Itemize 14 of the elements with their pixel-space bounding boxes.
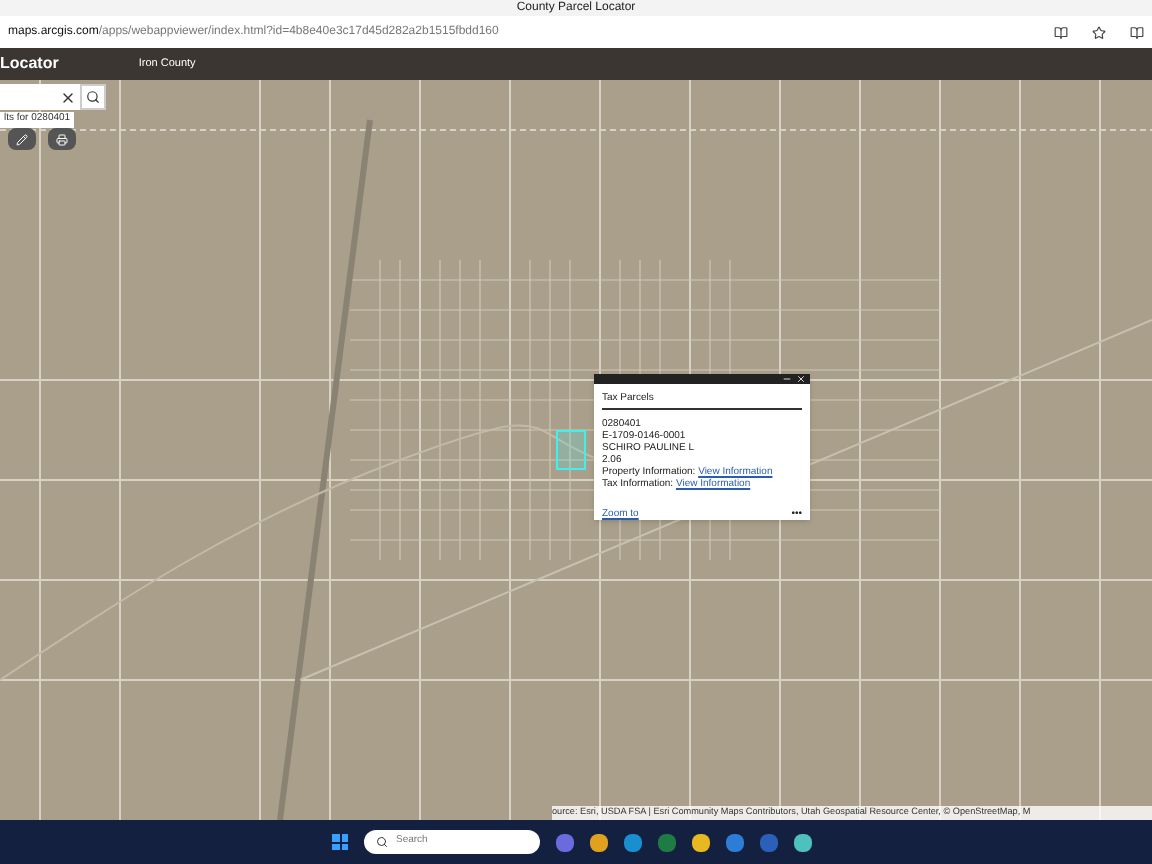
print-button[interactable] — [48, 128, 76, 150]
app-title: Locator — [0, 52, 59, 76]
search-icon — [86, 90, 100, 104]
draw-button[interactable] — [8, 128, 36, 150]
minimize-icon[interactable] — [782, 374, 792, 384]
pencil-icon — [16, 133, 28, 145]
search-field[interactable] — [0, 84, 80, 110]
printer-icon — [56, 133, 68, 145]
reading-view-icon[interactable] — [1130, 25, 1144, 39]
start-icon[interactable] — [332, 834, 348, 850]
search-icon — [376, 836, 388, 848]
search-button[interactable] — [80, 84, 106, 110]
favorite-icon[interactable] — [1092, 25, 1106, 39]
clear-icon[interactable] — [60, 89, 76, 105]
